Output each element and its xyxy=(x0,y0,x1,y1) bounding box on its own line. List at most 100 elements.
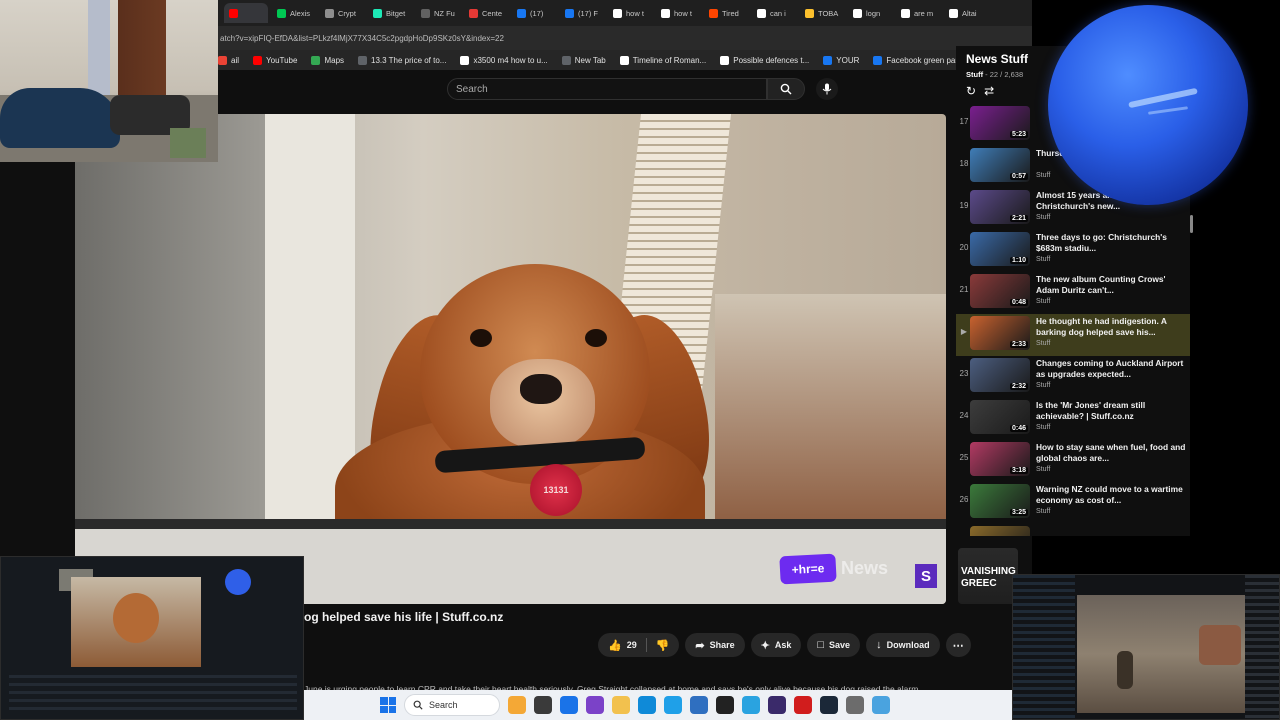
edge-beta-icon[interactable] xyxy=(664,696,682,714)
playlist-item-thumbnail[interactable] xyxy=(970,526,1030,536)
share-button[interactable]: ➦ Share xyxy=(685,633,745,657)
playlist-item-title[interactable]: How to stay sane when fuel, food and glo… xyxy=(1036,442,1186,464)
browser-tab[interactable]: are m xyxy=(896,3,940,23)
playlist-item-thumbnail[interactable]: 0:48 xyxy=(970,274,1030,308)
playlist-item-title[interactable]: Three days to go: Christchurch's $683m s… xyxy=(1036,232,1186,254)
edge-icon[interactable] xyxy=(638,696,656,714)
dislike-icon[interactable]: 👎 xyxy=(656,639,670,652)
browser-tab[interactable]: Cente xyxy=(464,3,508,23)
bookmark-item[interactable]: 13.3 The price of to... xyxy=(358,55,446,65)
browser-tab[interactable]: (17) F xyxy=(560,3,604,23)
taskbar-search[interactable]: Search xyxy=(404,694,500,716)
playlist-item-thumbnail[interactable]: 2:33 xyxy=(970,316,1030,350)
browser-tab[interactable]: Tired xyxy=(704,3,748,23)
playlist-item-thumbnail[interactable]: 3:18 xyxy=(970,442,1030,476)
bookmark-item[interactable]: Facebook green party xyxy=(873,55,964,65)
pdf-icon[interactable] xyxy=(794,696,812,714)
start-button[interactable] xyxy=(380,697,396,713)
playlist-item[interactable]: 23 2:32 Changes coming to Auckland Airport… xyxy=(956,356,1190,398)
bookmark-item[interactable]: Timeline of Roman... xyxy=(619,55,706,65)
three-news-logo: +hr=e xyxy=(779,553,837,585)
recommended-video-card[interactable]: VANISHING GREEC xyxy=(958,548,1018,604)
address-url[interactable]: atch?v=xipFIQ-EfDA&list=PLkzf4lMjX77X34C… xyxy=(220,34,504,43)
loop-icon[interactable]: ↻ xyxy=(966,84,976,98)
playlist-item-title[interactable]: He thought he had indigestion. A barking… xyxy=(1036,316,1186,338)
playlist-item-thumbnail[interactable]: 0:46 xyxy=(970,400,1030,434)
playlist-item[interactable]: 21 0:48 The new album Counting Crows' Adam… xyxy=(956,272,1190,314)
playlist-channel[interactable]: Stuff xyxy=(966,70,983,79)
browser-tab[interactable]: NZ Fu xyxy=(416,3,460,23)
playlist-item-thumbnail[interactable]: 3:25 xyxy=(970,484,1030,518)
obs-icon[interactable] xyxy=(768,696,786,714)
bookmark-item[interactable]: YOUR xyxy=(823,55,859,65)
playlist-item-thumbnail[interactable]: 1:10 xyxy=(970,232,1030,266)
browser-tab[interactable]: Alexis xyxy=(272,3,316,23)
more-actions-button[interactable]: ⋯ xyxy=(945,633,971,657)
browser-tab[interactable]: Bitget xyxy=(368,3,412,23)
news-watermark: News xyxy=(841,558,889,578)
bookmark-item[interactable]: x3500 m4 how to u... xyxy=(460,55,548,65)
bookmark-label: Maps xyxy=(324,55,345,65)
shuffle-icon[interactable]: ⇄ xyxy=(984,84,994,98)
playlist-item-title[interactable]: Changes coming to Auckland Airport as up… xyxy=(1036,358,1186,380)
video-player[interactable]: 13131 +hr=e News S xyxy=(75,114,946,604)
download-button[interactable]: ↓ Download xyxy=(866,633,940,657)
save-button[interactable]: □ Save xyxy=(807,633,861,657)
playlist-item-duration: 3:25 xyxy=(1009,509,1028,516)
folder-icon[interactable] xyxy=(612,696,630,714)
browser-tab[interactable] xyxy=(224,3,268,23)
browser-tab[interactable]: logn xyxy=(848,3,892,23)
telegram-icon[interactable] xyxy=(742,696,760,714)
video-scene-room xyxy=(715,294,946,534)
browser-tab[interactable]: how t xyxy=(656,3,700,23)
playlist-item[interactable]: ▶ 2:33 He thought he had indigestion. A ba… xyxy=(956,314,1190,356)
browser-tab[interactable]: can i xyxy=(752,3,796,23)
playlist-item[interactable]: 24 0:46 Is the 'Mr Jones' dream still achi… xyxy=(956,398,1190,440)
playlist-item[interactable]: 26 3:25 Warning NZ could move to a wartime… xyxy=(956,482,1190,524)
playlist-item-title[interactable]: Is the 'Mr Jones' dream still achievable… xyxy=(1036,400,1186,422)
photos-icon[interactable] xyxy=(872,696,890,714)
stream-preview-window[interactable] xyxy=(0,556,304,720)
store-icon[interactable] xyxy=(586,696,604,714)
bookmark-item[interactable]: YouTube xyxy=(253,55,297,65)
browser-tab[interactable]: Crypt xyxy=(320,3,364,23)
browser-tab[interactable]: (17) xyxy=(512,3,556,23)
bookmark-item[interactable]: New Tab xyxy=(561,55,606,65)
browser-tab[interactable]: how t xyxy=(608,3,652,23)
search-button[interactable] xyxy=(767,78,805,100)
playlist-item-title[interactable]: Warning NZ could move to a wartime econo… xyxy=(1036,484,1186,506)
search-input[interactable]: Search xyxy=(447,78,767,100)
voice-search-button[interactable] xyxy=(816,78,838,100)
playlist-item-duration: 2:32 xyxy=(1009,383,1028,390)
playlist-title[interactable]: News Stuff xyxy=(966,52,1028,66)
terminal-icon[interactable] xyxy=(716,696,734,714)
playlist-item-thumbnail[interactable]: 0:57 xyxy=(970,148,1030,182)
bookmark-item[interactable]: Maps xyxy=(311,55,345,65)
tab-favicon-icon xyxy=(949,8,958,18)
address-bar[interactable]: atch?v=xipFIQ-EfDA&list=PLkzf4lMjX77X34C… xyxy=(218,26,1032,50)
browser-tab[interactable]: TOBA xyxy=(800,3,844,23)
playlist-item[interactable]: 27 xyxy=(956,524,1190,536)
playlist-scrollbar[interactable] xyxy=(1190,215,1193,233)
chrome-icon[interactable] xyxy=(560,696,578,714)
playlist-item-thumbnail[interactable]: 2:32 xyxy=(970,358,1030,392)
bookmark-item[interactable]: ail xyxy=(218,55,239,65)
browser-tab[interactable]: Altai xyxy=(944,3,988,23)
playlist-item[interactable]: 25 3:18 How to stay sane when fuel, food a… xyxy=(956,440,1190,482)
calculator-icon[interactable] xyxy=(690,696,708,714)
settings-icon[interactable] xyxy=(846,696,864,714)
tab-label: Altai xyxy=(962,8,977,18)
ask-button[interactable]: ✦ Ask xyxy=(750,633,802,657)
like-icon[interactable]: 👍 xyxy=(608,639,622,652)
playlist-item-thumbnail[interactable]: 5:23 xyxy=(970,106,1030,140)
tab-label: Cente xyxy=(482,8,503,18)
bookmark-item[interactable]: Possible defences t... xyxy=(720,55,809,65)
bookmark-favicon-icon xyxy=(561,55,571,65)
steam-icon[interactable] xyxy=(820,696,838,714)
playlist-item-thumbnail[interactable]: 2:21 xyxy=(970,190,1030,224)
playlist-item[interactable]: 20 1:10 Three days to go: Christchurch's $… xyxy=(956,230,1190,272)
file-explorer-icon[interactable] xyxy=(534,696,552,714)
playlist-item-title[interactable]: The new album Counting Crows' Adam Durit… xyxy=(1036,274,1186,296)
game-stream-window[interactable] xyxy=(1012,574,1280,720)
widgets-icon[interactable] xyxy=(508,696,526,714)
